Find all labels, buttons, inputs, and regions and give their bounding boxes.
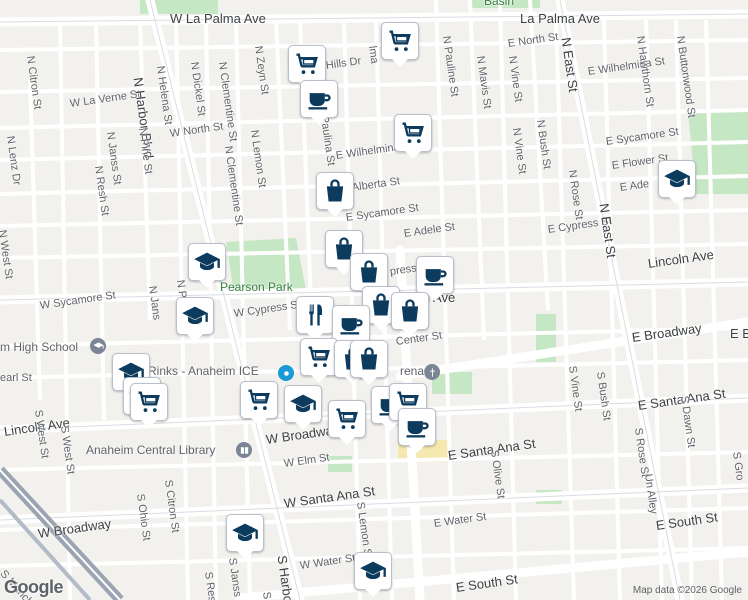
cafe-pin[interactable] bbox=[300, 80, 338, 125]
school-pin[interactable] bbox=[226, 514, 264, 559]
shopping-cart-icon bbox=[293, 50, 321, 78]
ice-rink-icon bbox=[278, 365, 294, 381]
road-label: W La Palma Ave bbox=[170, 11, 266, 26]
google-logo: Google bbox=[4, 577, 64, 597]
road-label: La Palma Ave bbox=[520, 11, 600, 26]
grocery-pin[interactable] bbox=[288, 45, 326, 90]
shopping-pin[interactable] bbox=[316, 172, 354, 217]
grocery-pin[interactable] bbox=[130, 383, 168, 428]
place-label: Basin bbox=[484, 0, 515, 8]
coffee-cup-icon bbox=[421, 261, 449, 289]
shopping-cart-icon bbox=[333, 405, 361, 433]
cafe-pin[interactable] bbox=[416, 256, 454, 301]
shopping-cart-icon bbox=[135, 388, 163, 416]
cafe-pin[interactable] bbox=[398, 408, 436, 453]
school-icon bbox=[90, 338, 106, 354]
school-pin[interactable] bbox=[658, 160, 696, 205]
graduation-cap-icon bbox=[181, 302, 209, 330]
grocery-pin[interactable] bbox=[381, 22, 419, 67]
shopping-cart-icon bbox=[399, 119, 427, 147]
park-label: Pearson Park bbox=[220, 280, 293, 294]
school-pin[interactable] bbox=[354, 552, 392, 597]
place-label: m High School bbox=[0, 340, 79, 354]
road-label: lma bbox=[366, 45, 381, 65]
graduation-cap-icon bbox=[289, 390, 317, 418]
grocery-pin[interactable] bbox=[240, 381, 278, 426]
shopping-cart-icon bbox=[305, 343, 333, 371]
road-label: earl St bbox=[0, 372, 32, 384]
graduation-cap-icon bbox=[231, 519, 259, 547]
coffee-cup-icon bbox=[403, 413, 431, 441]
church-icon bbox=[424, 364, 440, 380]
shopping-bag-icon bbox=[355, 345, 383, 373]
graduation-cap-icon bbox=[663, 165, 691, 193]
place-label: rena bbox=[400, 364, 425, 378]
place-label: Anaheim Central Library bbox=[86, 443, 216, 457]
school-pin[interactable] bbox=[176, 297, 214, 342]
shopping-cart-icon bbox=[245, 386, 273, 414]
restaurant-pin[interactable] bbox=[296, 296, 334, 341]
coffee-cup-icon bbox=[337, 310, 365, 338]
graduation-cap-icon bbox=[193, 248, 221, 276]
shopping-pin[interactable] bbox=[391, 292, 429, 337]
map-attribution: Map data ©2026 Google bbox=[632, 585, 742, 596]
road-label: S P bbox=[260, 591, 274, 600]
grocery-pin[interactable] bbox=[394, 114, 432, 159]
shopping-bag-icon bbox=[396, 297, 424, 325]
shopping-pin[interactable] bbox=[350, 340, 388, 385]
road-label: E B bbox=[730, 326, 748, 341]
grocery-pin[interactable] bbox=[328, 400, 366, 445]
coffee-cup-icon bbox=[305, 85, 333, 113]
shopping-cart-icon bbox=[386, 27, 414, 55]
fork-knife-icon bbox=[301, 301, 329, 329]
grocery-pin[interactable] bbox=[300, 338, 338, 383]
library-icon bbox=[236, 442, 252, 458]
place-label: Rinks - Anaheim ICE bbox=[148, 364, 259, 378]
school-pin[interactable] bbox=[284, 385, 322, 430]
graduation-cap-icon bbox=[359, 557, 387, 585]
school-pin[interactable] bbox=[188, 243, 226, 288]
map-canvas[interactable]: W La Palma Ave La Palma Ave E North St E… bbox=[0, 0, 748, 600]
cafe-pin[interactable] bbox=[332, 305, 370, 350]
shopping-bag-icon bbox=[321, 177, 349, 205]
shopping-bag-icon bbox=[355, 258, 383, 286]
